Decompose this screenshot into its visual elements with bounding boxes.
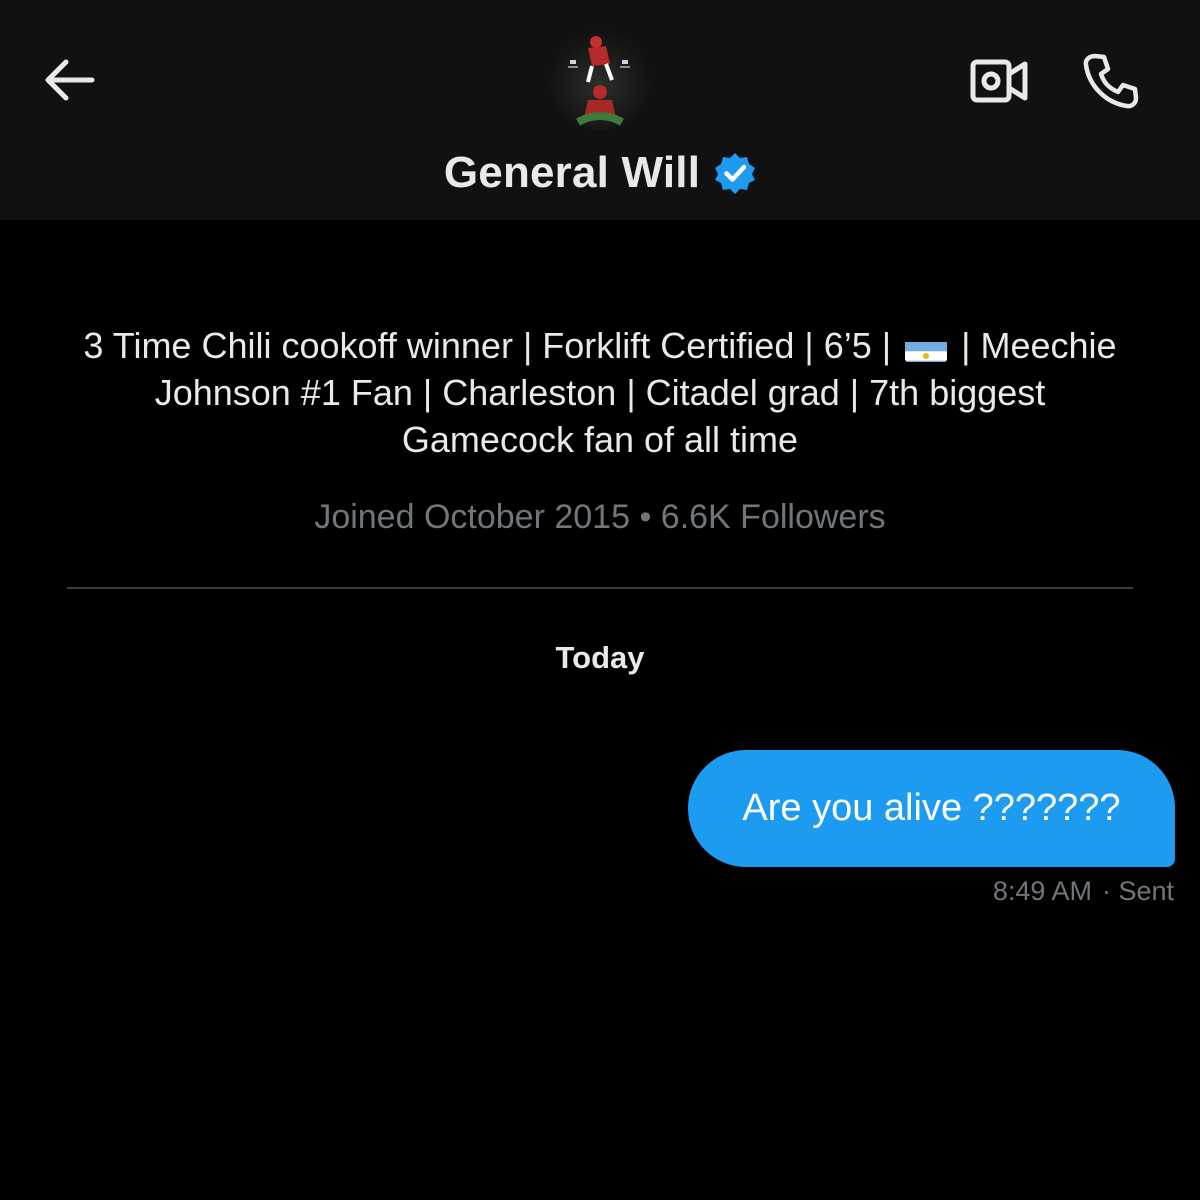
video-call-button[interactable] bbox=[966, 52, 1032, 110]
date-separator: Today bbox=[555, 640, 645, 675]
message-text: Are you alive ??????? bbox=[742, 787, 1121, 829]
profile-bio: 3 Time Chili cookoff winner | Forklift C… bbox=[70, 322, 1130, 463]
message-bubble[interactable]: Are you alive ??????? bbox=[688, 750, 1175, 867]
message-status: · Sent bbox=[1101, 876, 1174, 906]
joined-date: Joined October 2015 bbox=[314, 498, 630, 536]
message-status-row: 8:49 AM · Sent bbox=[993, 876, 1174, 907]
back-button[interactable] bbox=[36, 52, 100, 108]
verified-badge-icon bbox=[714, 152, 756, 194]
video-call-icon bbox=[970, 59, 1028, 103]
display-name[interactable]: General Will bbox=[444, 148, 700, 198]
voice-call-button[interactable] bbox=[1078, 48, 1144, 114]
divider bbox=[67, 587, 1133, 589]
arrow-left-icon bbox=[45, 59, 95, 101]
bio-text-start: 3 Time Chili cookoff winner | Forklift C… bbox=[83, 325, 892, 366]
conversation-header: General Will bbox=[0, 0, 1200, 220]
profile-photo bbox=[568, 36, 630, 126]
message-time: 8:49 AM bbox=[992, 876, 1092, 906]
followers-count[interactable]: 6.6K Followers bbox=[661, 498, 886, 536]
profile-meta: Joined October 2015 • 6.6K Followers bbox=[0, 498, 1200, 537]
phone-icon bbox=[1083, 53, 1139, 109]
avatar[interactable] bbox=[550, 30, 650, 130]
argentina-flag-icon bbox=[905, 334, 948, 362]
title-row: General Will bbox=[0, 143, 1200, 203]
meta-separator: • bbox=[639, 498, 652, 536]
